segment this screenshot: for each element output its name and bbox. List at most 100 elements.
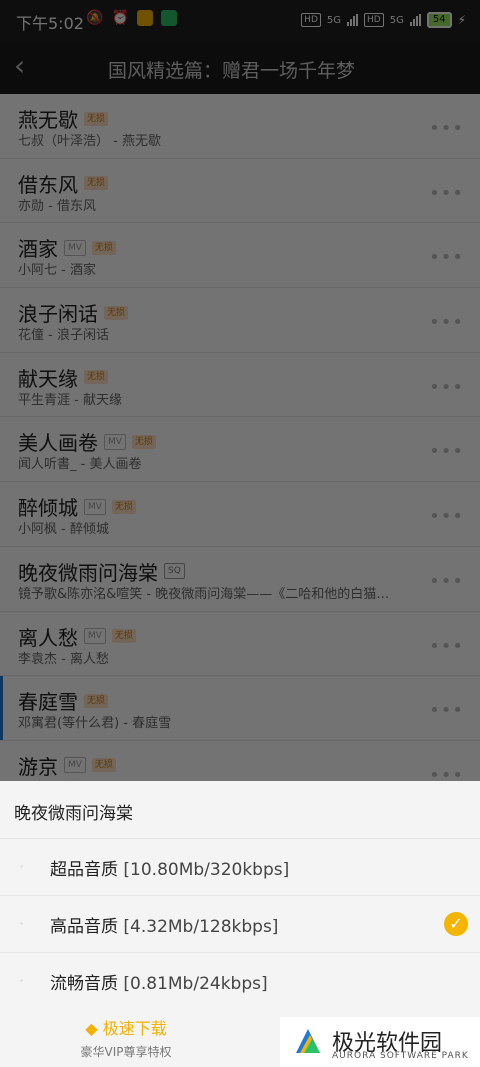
more-options-icon[interactable]: ••• (429, 118, 464, 139)
track-title: 献天缘 (18, 366, 78, 391)
track-title-line: 晚夜微雨问海棠 SQ (18, 557, 185, 586)
track-title: 借东风 (18, 172, 78, 197)
mv-badge: MV (84, 498, 106, 515)
track-title-line: 醉倾城 MV 无损 (18, 492, 136, 521)
more-options-icon[interactable]: ••• (429, 571, 464, 592)
status-bar: 下午5:02 🔕 ⏰ HD 5G HD 5G 54 ⚡ (0, 0, 480, 42)
network-label-2: 5G (389, 14, 404, 26)
more-options-icon[interactable]: ••• (429, 700, 464, 721)
track-subtitle: 小阿枫 - 醉倾城 (18, 522, 109, 538)
track-title-line: 酒家 MV 无损 (18, 233, 116, 262)
signal-icon (347, 14, 358, 26)
track-title-line: 春庭雪 无损 (18, 686, 109, 715)
alarm-icon: ⏰ (111, 10, 129, 26)
status-time: 下午5:02 (16, 14, 84, 33)
track-title: 燕无歇 (18, 108, 78, 132)
track-title: 酒家 (18, 237, 58, 262)
quality-detail: [4.32Mb/128kbps] (123, 917, 279, 937)
app-notification-icon (136, 10, 153, 26)
lossless-badge: 无损 (111, 629, 136, 643)
track-subtitle: 平生青涯 - 献天缘 (18, 392, 122, 408)
more-options-icon[interactable]: ••• (429, 183, 464, 204)
quality-label: 流畅音质 (50, 974, 118, 994)
mute-icon: 🔕 (86, 10, 104, 26)
quality-text: 超品音质 [10.80Mb/320kbps] (50, 855, 289, 880)
track-subtitle: 七叔（叶泽浩） - 燕无歇 (18, 134, 161, 149)
track-subtitle: 邓寓君(等什么君) - 春庭雪 (18, 716, 172, 732)
lossless-badge: 无损 (91, 240, 116, 255)
battery-icon: 54 (426, 12, 452, 28)
track-row[interactable]: 献天缘 无损 平生青涯 - 献天缘 ••• (0, 353, 480, 418)
more-options-icon[interactable]: ••• (429, 312, 464, 333)
track-list: 燕无歇 无损 七叔（叶泽浩） - 燕无歇 ••• 借东风 无损 亦勋 - 借东风 ••• 酒家 M… (0, 94, 480, 806)
mv-badge: MV (84, 628, 106, 644)
mv-badge: MV (64, 757, 86, 774)
more-options-icon[interactable]: ••• (429, 377, 464, 398)
more-options-icon[interactable]: ••• (429, 247, 464, 268)
track-title-line: 献天缘 无损 (18, 363, 109, 392)
sheet-title: 晚夜微雨问海棠 (14, 804, 133, 824)
track-row[interactable]: 春庭雪 无损 邓寓君(等什么君) - 春庭雪 ••• (0, 676, 480, 741)
track-row[interactable]: 借东风 无损 亦勋 - 借东风 ••• (0, 159, 480, 224)
status-icons-left: 🔕 ⏰ (86, 10, 177, 26)
track-title: 春庭雪 (18, 690, 78, 715)
page-header: ‹ 国风精选篇：赠君一场千年梦 (0, 42, 480, 94)
track-row[interactable]: 燕无歇 无损七叔（叶泽浩） - 燕无歇 ••• (0, 94, 480, 159)
quality-text: 高品音质 [4.32Mb/128kbps] (50, 912, 278, 937)
lossless-badge: 无损 (131, 434, 156, 449)
track-row[interactable]: 酒家 MV 无损 小阿七 - 酒家 ••• (0, 223, 480, 289)
lossless-badge: 无损 (104, 305, 129, 320)
more-options-icon[interactable]: ••• (429, 506, 464, 527)
more-options-icon[interactable]: ••• (429, 636, 464, 657)
bullet-icon (20, 922, 23, 925)
fast-download-button[interactable]: ◆ 极速下载 豪华VIP尊享特权 (66, 1015, 186, 1060)
chevron-left-icon: ‹ (14, 49, 26, 82)
track-title: 醉倾城 (18, 496, 78, 521)
vip-privilege-text: 豪华VIP尊享特权 (80, 1045, 172, 1059)
battery-level: 54 (432, 14, 446, 25)
page-title: 国风精选篇：赠君一场千年梦 (108, 60, 356, 82)
quality-detail: [0.81Mb/24kbps] (123, 974, 268, 994)
mv-badge: MV (104, 433, 126, 450)
fast-download-label: ◆ 极速下载 (66, 1015, 186, 1039)
download-label-text: 极速下载 (102, 1019, 167, 1038)
track-title-line: 借东风 无损 (18, 169, 109, 198)
aurora-logo-icon (296, 1029, 320, 1053)
lossless-badge: 无损 (84, 176, 109, 191)
more-options-icon[interactable]: ••• (429, 441, 464, 462)
quality-text: 流畅音质 [0.81Mb/24kbps] (50, 969, 268, 994)
signal-icon-2 (409, 14, 421, 26)
bullet-icon (20, 865, 23, 868)
track-subtitle: 小阿七 - 酒家 (18, 263, 96, 279)
track-title-line: 美人画卷 MV 无损 (18, 427, 156, 456)
track-row[interactable]: 浪子闲话 无损 花僮 - 浪子闲话 ••• (0, 288, 480, 353)
track-subtitle: 花僮 - 浪子闲话 (18, 328, 109, 344)
status-icons-right: HD 5G HD 5G 54 ⚡ (301, 12, 466, 28)
track-row[interactable]: 离人愁 MV 无损 李袁杰 - 离人愁 ••• (0, 612, 480, 677)
aurora-watermark: 极光软件园 AURORA SOFTWARE PARK (280, 1017, 480, 1067)
track-row[interactable]: 醉倾城 MV 无损 小阿枫 - 醉倾城 ••• (0, 482, 480, 547)
track-row[interactable]: 晚夜微雨问海棠 SQ 镜予歌&陈亦洺&喧笑 - 晚夜微雨问海棠——《二哈和他的白猫…… (0, 547, 480, 612)
check-icon: ✓ (444, 912, 468, 936)
track-title: 晚夜微雨问海棠 (18, 560, 158, 585)
lossless-badge: 无损 (84, 111, 109, 126)
bullet-icon (20, 979, 23, 982)
track-subtitle: 闻人听書_ - 美人画卷 (18, 457, 142, 473)
track-title-line: 游京 MV 无损 (18, 751, 116, 780)
lossless-badge: 无损 (91, 758, 116, 773)
aurora-subtitle: AURORA SOFTWARE PARK (332, 1051, 469, 1061)
quality-label: 高品音质 (50, 917, 118, 937)
track-title: 美人画卷 (18, 431, 98, 456)
quality-option-smooth[interactable]: 流畅音质 [0.81Mb/24kbps] (0, 953, 480, 1009)
back-button[interactable]: ‹ (14, 52, 38, 80)
hd-icon-2: HD (364, 13, 384, 27)
quality-option-super[interactable]: 超品音质 [10.80Mb/320kbps] (0, 839, 480, 895)
quality-label: 超品音质 (50, 860, 118, 880)
track-subtitle: 镜予歌&陈亦洺&喧笑 - 晚夜微雨问海棠——《二哈和他的白猫… (18, 586, 390, 602)
track-title: 离人愁 (18, 625, 78, 650)
quality-option-high[interactable]: 高品音质 [4.32Mb/128kbps] ✓ (0, 896, 480, 952)
sq-badge: SQ (164, 563, 185, 580)
track-title: 游京 (18, 754, 58, 779)
track-row[interactable]: 美人画卷 MV 无损闻人听書_ - 美人画卷 ••• (0, 417, 480, 483)
lossless-badge: 无损 (111, 499, 136, 514)
